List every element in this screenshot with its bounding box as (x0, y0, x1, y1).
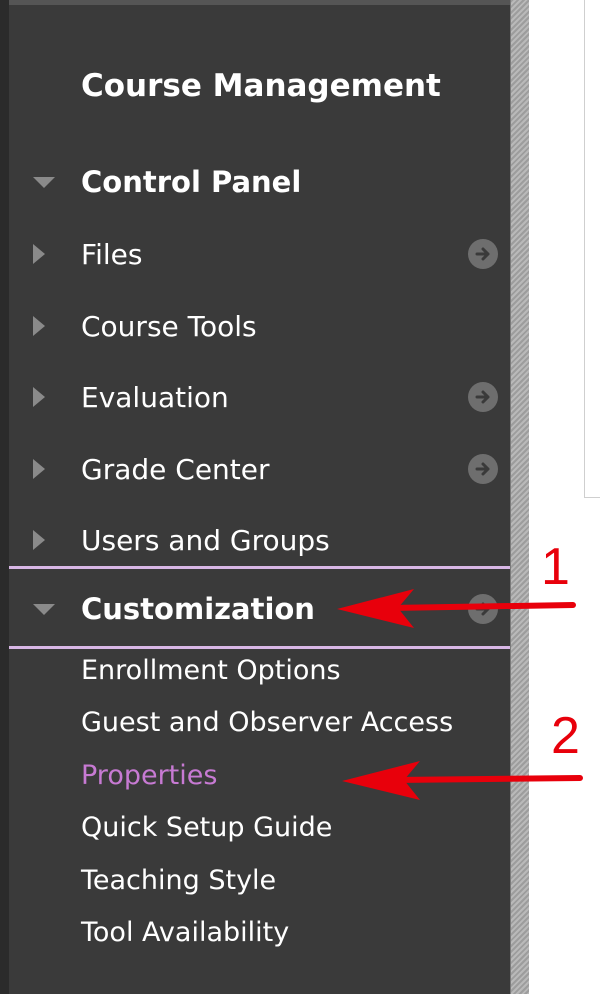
customization-divider-top (9, 566, 510, 569)
sidebar-item-label: Users and Groups (81, 523, 330, 557)
triangle-right-icon (33, 244, 45, 264)
sidebar-item-course-tools[interactable]: Course Tools (9, 301, 510, 351)
control-panel-toggle[interactable]: Control Panel (9, 157, 510, 207)
triangle-down-icon (33, 176, 55, 188)
circle-arrow-right-icon[interactable] (468, 382, 498, 412)
sidebar-item-label: Course Tools (81, 309, 257, 343)
triangle-right-icon (33, 459, 45, 479)
subitem-tool-availability[interactable]: Tool Availability (81, 917, 289, 948)
subitem-properties[interactable]: Properties (81, 760, 217, 791)
sidebar-item-label: Evaluation (81, 380, 229, 414)
sidebar-resize-handle[interactable] (510, 0, 529, 994)
circle-arrow-right-icon[interactable] (468, 454, 498, 484)
triangle-right-icon (33, 530, 45, 550)
annotation-number-1: 1 (541, 538, 570, 596)
triangle-right-icon (33, 387, 45, 407)
subitem-enrollment-options[interactable]: Enrollment Options (81, 655, 341, 686)
circle-arrow-right-icon[interactable] (468, 594, 498, 624)
circle-arrow-right-icon[interactable] (468, 239, 498, 269)
annotation-number-2: 2 (551, 707, 580, 765)
subitem-teaching-style[interactable]: Teaching Style (81, 865, 276, 896)
content-panel (584, 0, 600, 498)
course-management-heading: Course Management (81, 68, 441, 104)
customization-label: Customization (81, 592, 315, 626)
subitem-guest-and-observer-access[interactable]: Guest and Observer Access (81, 707, 453, 738)
control-panel-label: Control Panel (81, 165, 302, 199)
sidebar-item-files[interactable]: Files (9, 229, 510, 279)
course-management-sidebar: Course Management Control Panel Files Co… (0, 0, 510, 994)
sidebar-left-edge (0, 0, 9, 994)
sidebar-item-label: Grade Center (81, 452, 270, 486)
sidebar-item-evaluation[interactable]: Evaluation (9, 372, 510, 422)
triangle-down-icon (33, 603, 55, 615)
subitem-quick-setup-guide[interactable]: Quick Setup Guide (81, 812, 332, 843)
sidebar-item-users-and-groups[interactable]: Users and Groups (9, 515, 510, 565)
triangle-right-icon (33, 316, 45, 336)
sidebar-item-label: Files (81, 237, 143, 271)
sidebar-item-grade-center[interactable]: Grade Center (9, 444, 510, 494)
sidebar-top-strip (0, 0, 510, 5)
customization-toggle[interactable]: Customization (9, 584, 510, 634)
customization-divider-bottom (9, 646, 510, 649)
